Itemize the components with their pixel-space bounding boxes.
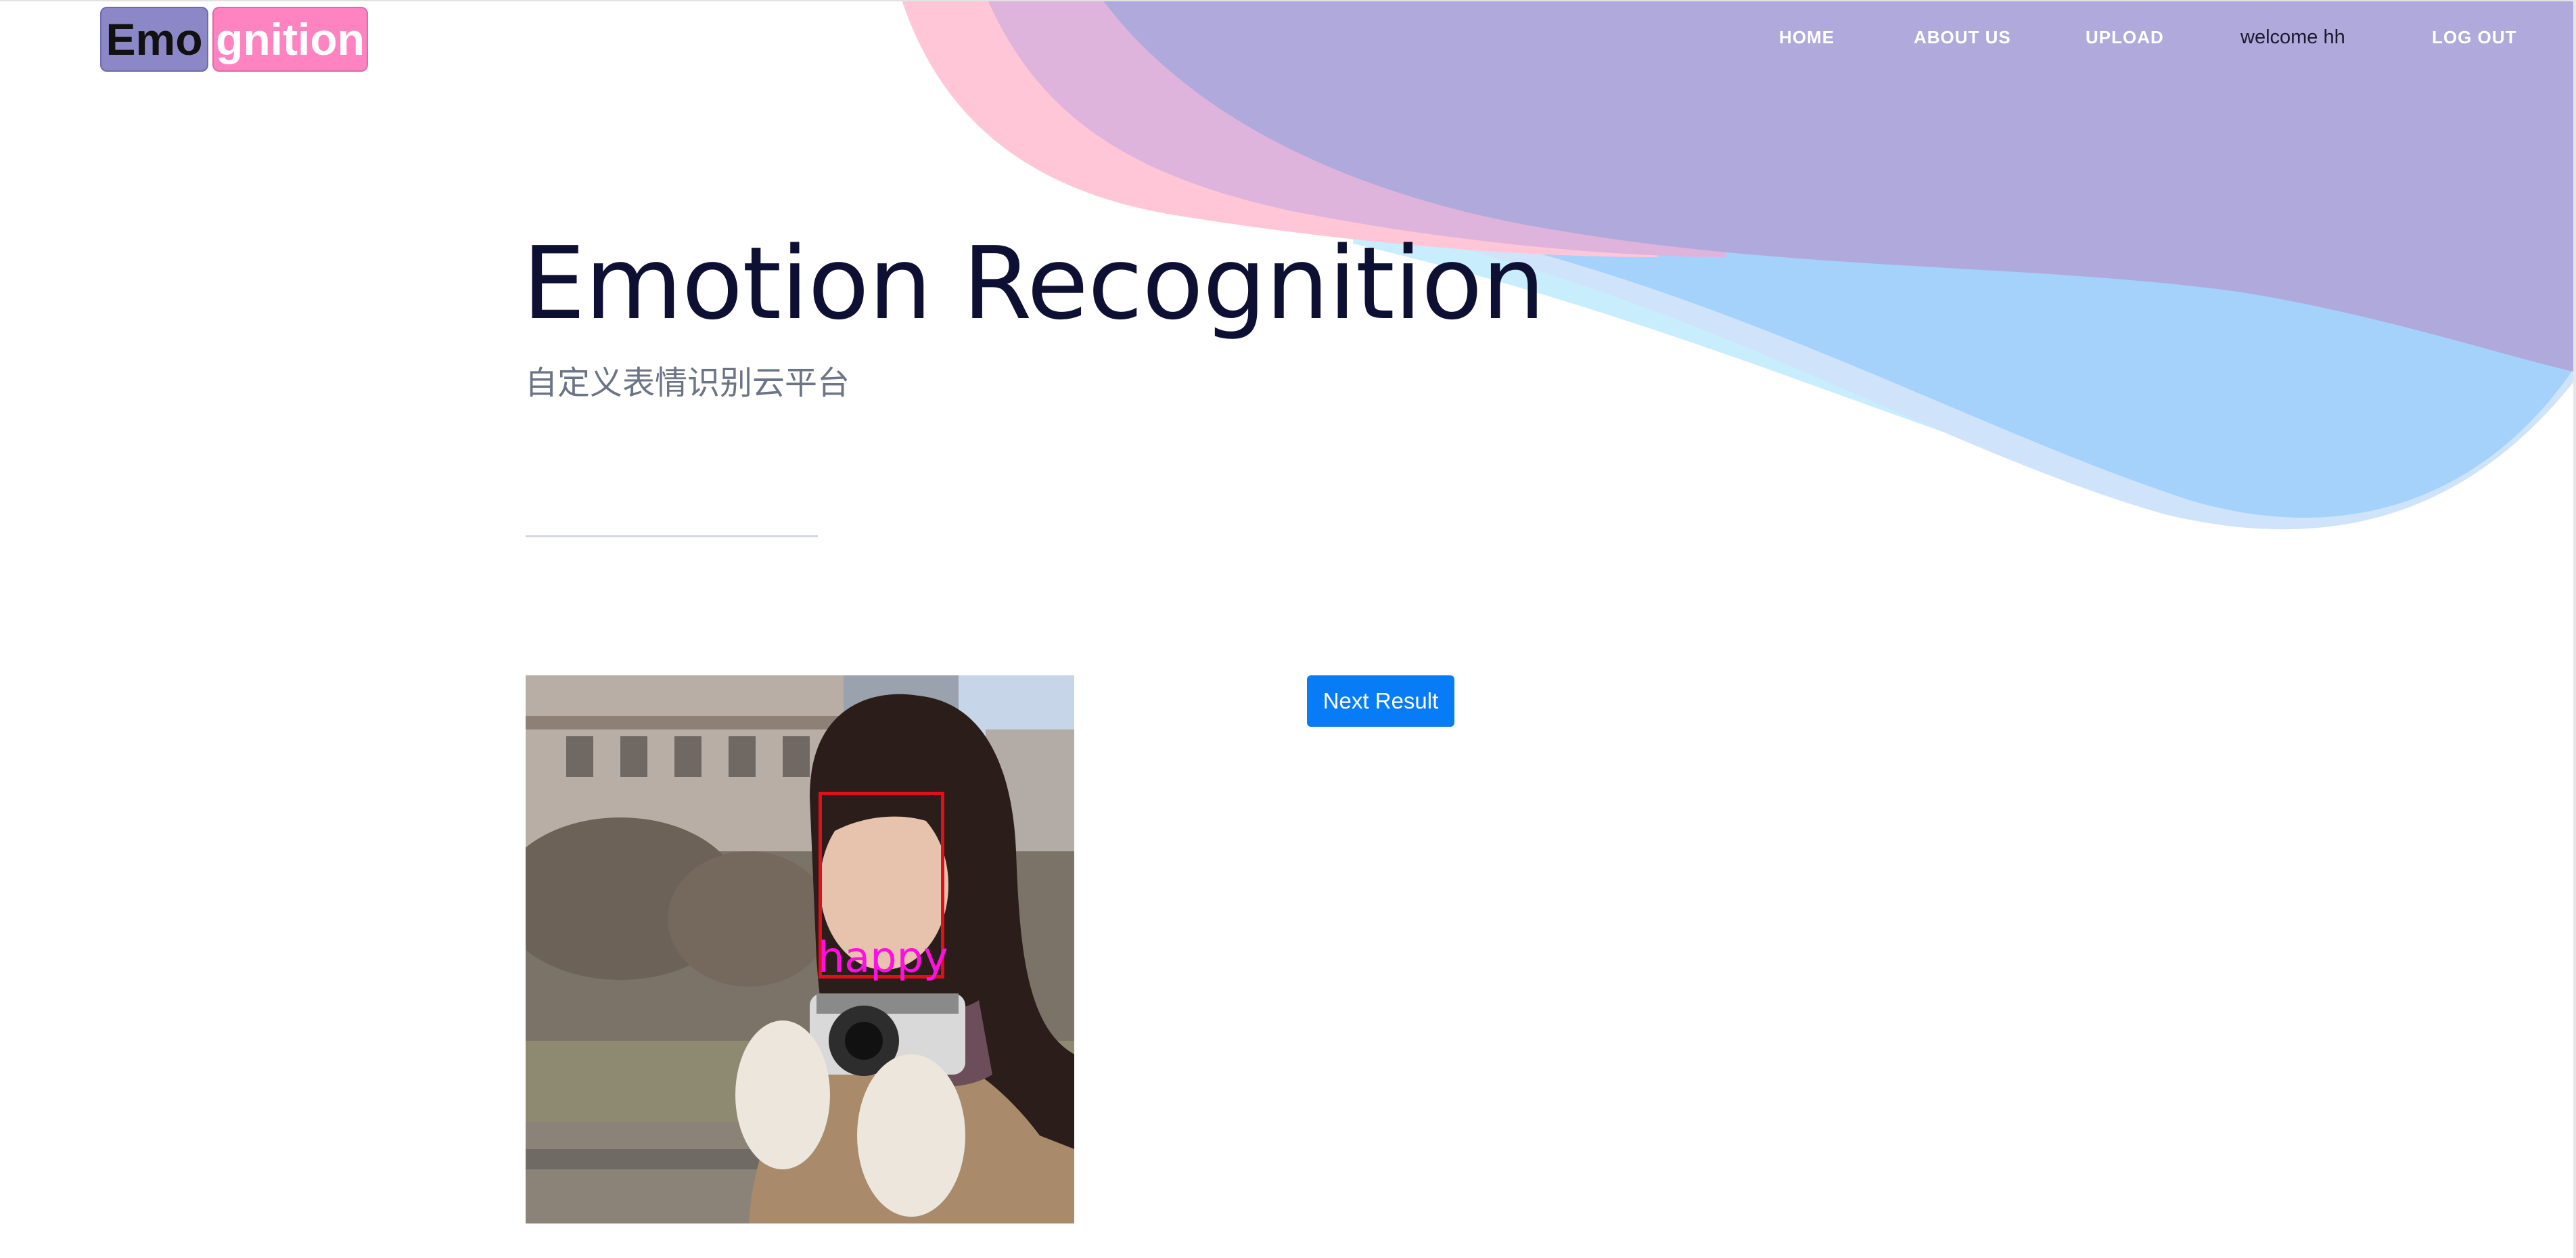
next-result-button[interactable]: Next Result	[1307, 675, 1454, 727]
divider	[526, 535, 818, 537]
result-image: happy	[526, 675, 1074, 1223]
page: Emo gnition HOME ABOUT US UPLOAD welcome…	[0, 0, 2576, 1258]
nav-welcome-user[interactable]: welcome hh	[2240, 20, 2345, 54]
page-subtitle: 自定义表情识别云平台	[525, 364, 850, 402]
top-border	[0, 0, 2576, 1]
scrollbar[interactable]	[2573, 0, 2576, 1258]
top-nav: HOME ABOUT US UPLOAD welcome hh LOG OUT	[0, 20, 2576, 54]
photo-illustration	[526, 675, 1074, 1223]
header-wave-background	[902, 0, 2576, 530]
page-title: Emotion Recognition	[522, 225, 1545, 342]
nav-upload[interactable]: UPLOAD	[2086, 20, 2164, 54]
emotion-label: happy	[818, 933, 948, 982]
nav-about-us[interactable]: ABOUT US	[1914, 20, 2011, 54]
nav-home[interactable]: HOME	[1779, 20, 1835, 54]
nav-log-out[interactable]: LOG OUT	[2432, 20, 2516, 54]
